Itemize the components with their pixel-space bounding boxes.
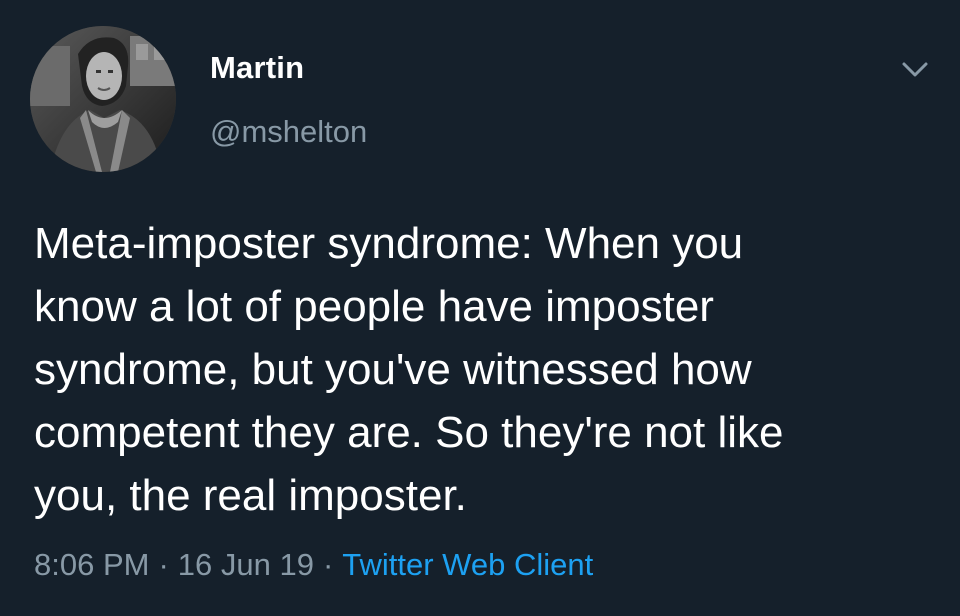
meta-separator: · bbox=[322, 547, 334, 582]
tweet-card: Martin @mshelton Meta-imposter syndrome:… bbox=[0, 0, 960, 616]
author-display-name[interactable]: Martin bbox=[210, 50, 304, 86]
chevron-down-icon[interactable] bbox=[898, 56, 932, 82]
tweet-metadata: 8:06 PM · 16 Jun 19 · Twitter Web Client bbox=[34, 547, 593, 583]
meta-separator: · bbox=[158, 547, 169, 582]
tweet-client-link[interactable]: Twitter Web Client bbox=[342, 547, 593, 582]
avatar-photo bbox=[30, 26, 176, 172]
tweet-time[interactable]: 8:06 PM bbox=[34, 547, 149, 582]
author-handle[interactable]: @mshelton bbox=[210, 114, 367, 150]
tweet-date[interactable]: 16 Jun 19 bbox=[178, 547, 314, 582]
avatar[interactable] bbox=[30, 26, 176, 172]
tweet-text: Meta-imposter syndrome: When you know a … bbox=[34, 219, 784, 520]
